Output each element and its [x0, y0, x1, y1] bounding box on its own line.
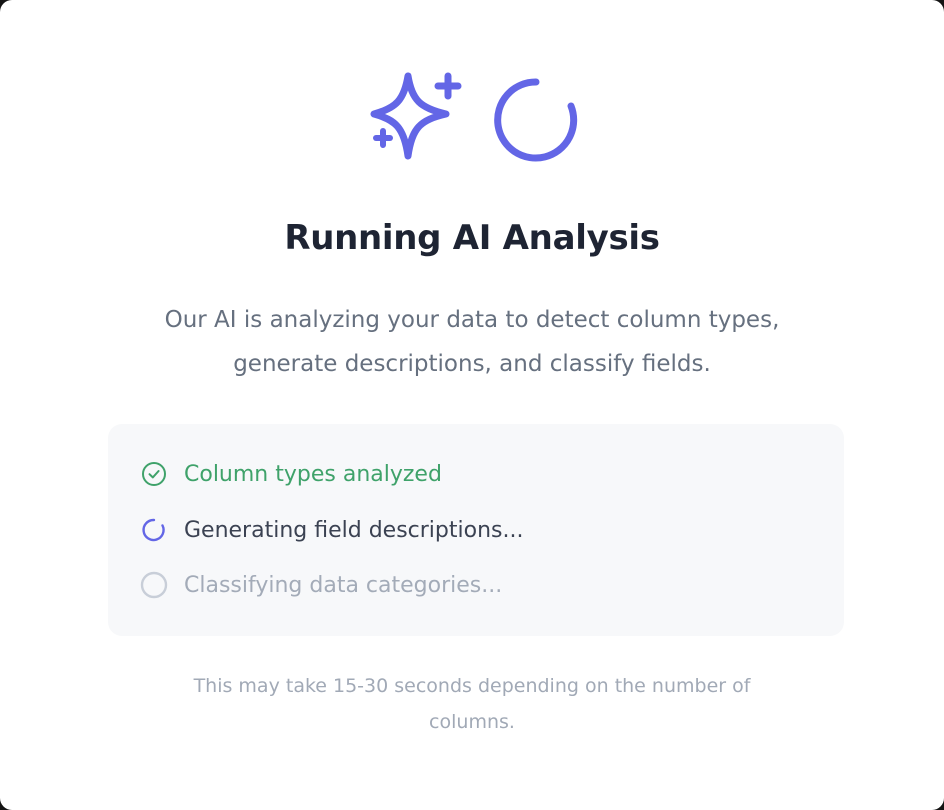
steps-panel: Column types analyzed Generating field d…: [108, 424, 844, 636]
step-field-descriptions: Generating field descriptions...: [140, 513, 523, 547]
spinner-icon: [140, 516, 168, 544]
modal-description: Our AI is analyzing your data to detect …: [164, 307, 780, 377]
step-label: Classifying data categories...: [184, 572, 503, 598]
step-label: Column types analyzed: [184, 461, 442, 487]
step-column-types: Column types analyzed: [140, 457, 442, 491]
sparkles-icon: [370, 72, 462, 160]
modal-title: Running AI Analysis: [284, 218, 660, 258]
empty-circle-icon: [140, 571, 168, 599]
header-icons: [0, 70, 944, 162]
spinner-icon: [494, 78, 578, 162]
step-data-categories: Classifying data categories...: [140, 568, 502, 602]
step-label: Generating field descriptions...: [184, 517, 524, 543]
analysis-modal: Running AI Analysis Our AI is analyzing …: [0, 0, 944, 810]
check-circle-icon: [140, 460, 168, 488]
duration-note: This may take 15-30 seconds depending on…: [193, 675, 751, 733]
